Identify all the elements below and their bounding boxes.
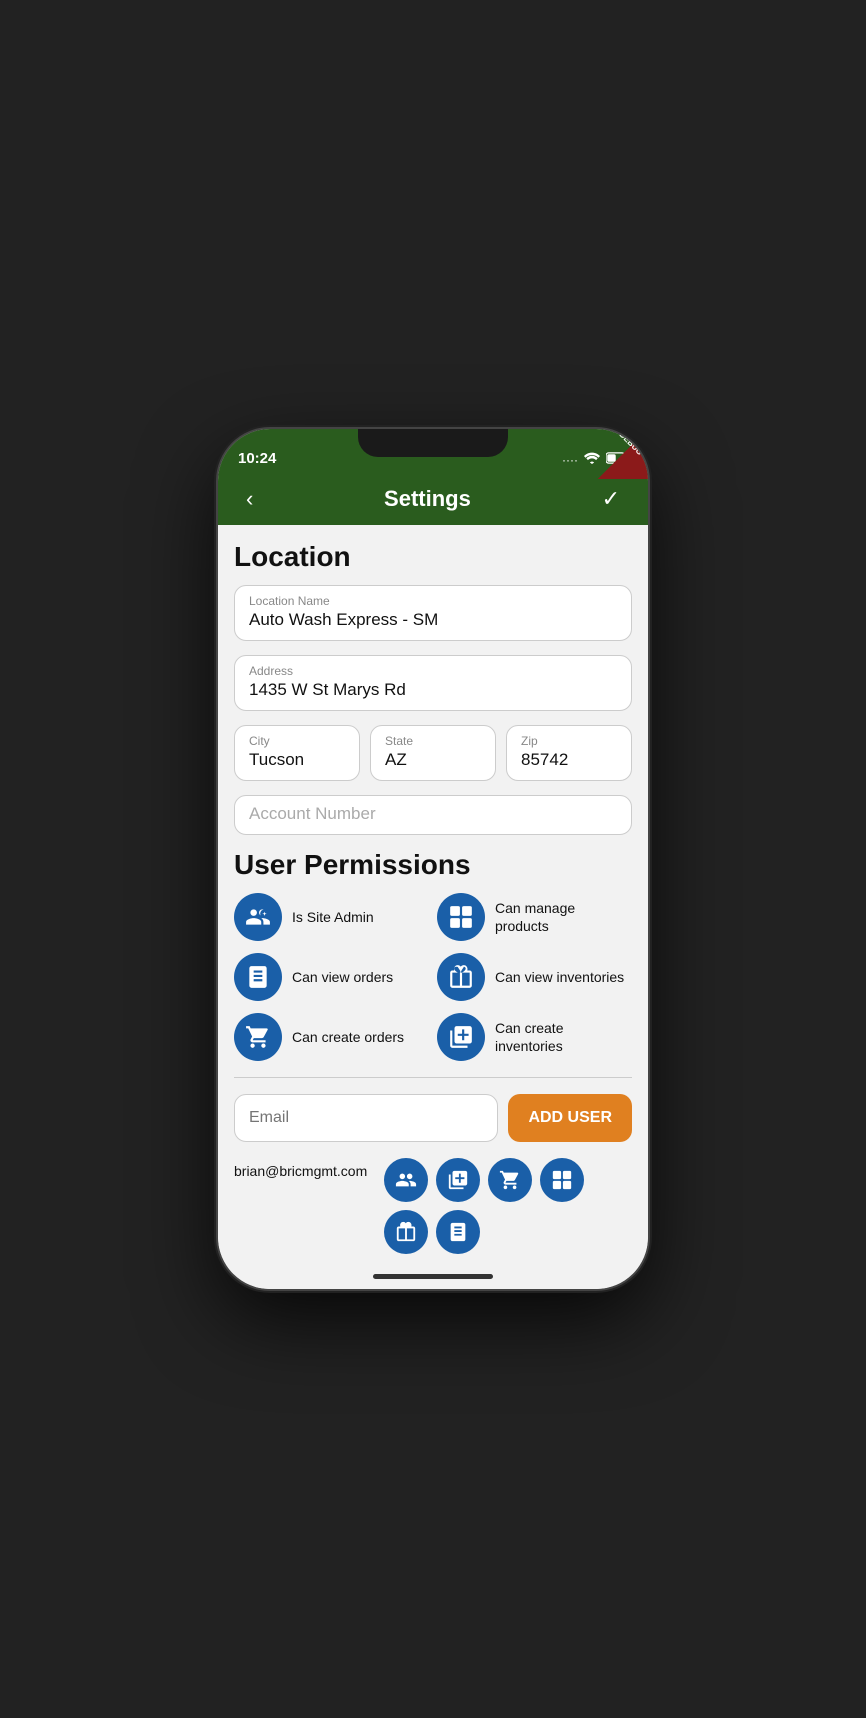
user-email: brian@bricmgmt.com [234, 1158, 374, 1182]
address-field[interactable]: Address 1435 W St Marys Rd [234, 655, 632, 711]
home-bar [373, 1274, 493, 1279]
city-state-zip-row: City Tucson State AZ Zip 85742 [234, 725, 632, 781]
permissions-section: User Permissions Is Site Admin [234, 849, 632, 1061]
state-value: AZ [385, 750, 407, 769]
perm-item-view-inventories: Can view inventories [437, 953, 632, 1001]
add-user-row: ADD USER [234, 1094, 632, 1142]
perm-label-create-inventories: Can create inventories [495, 1019, 632, 1055]
address-label: Address [249, 664, 617, 678]
location-section: Location Location Name Auto Wash Express… [234, 541, 632, 835]
view-inventories-icon [437, 953, 485, 1001]
user-perm-create-inventories [436, 1158, 480, 1202]
perm-item-site-admin: Is Site Admin [234, 893, 429, 941]
zip-field[interactable]: Zip 85742 [506, 725, 632, 781]
perm-item-view-orders: Can view orders [234, 953, 429, 1001]
manage-products-icon [437, 893, 485, 941]
perm-item-create-inventories: Can create inventories [437, 1013, 632, 1061]
header-title: Settings [384, 486, 471, 512]
section-divider [234, 1077, 632, 1078]
account-number-field[interactable]: Account Number [234, 795, 632, 835]
main-content: Location Location Name Auto Wash Express… [218, 525, 648, 1263]
view-orders-icon [234, 953, 282, 1001]
location-name-value: Auto Wash Express - SM [249, 610, 438, 629]
dots-icon: ···· [562, 453, 578, 467]
perm-label-view-orders: Can view orders [292, 968, 393, 986]
home-indicator [218, 1263, 648, 1289]
perm-label-view-inventories: Can view inventories [495, 968, 624, 986]
state-field[interactable]: State AZ [370, 725, 496, 781]
perm-label-manage-products: Can manage products [495, 899, 632, 935]
location-title: Location [234, 541, 632, 573]
perm-label-site-admin: Is Site Admin [292, 908, 374, 926]
site-admin-icon [234, 893, 282, 941]
create-inventories-icon [437, 1013, 485, 1061]
user-perm-view-orders [436, 1210, 480, 1254]
user-perm-site-admin [384, 1158, 428, 1202]
app-header: ‹ Settings ✓ [218, 473, 648, 525]
address-value: 1435 W St Marys Rd [249, 680, 406, 699]
user-perm-view-inventories [384, 1210, 428, 1254]
debug-label: DEBUG [610, 429, 648, 464]
confirm-button[interactable]: ✓ [594, 482, 628, 516]
user-permissions-icons [384, 1158, 632, 1254]
permissions-grid: Is Site Admin Can manage produ [234, 893, 632, 1061]
zip-value: 85742 [521, 750, 568, 769]
email-input[interactable] [234, 1094, 498, 1142]
debug-badge: DEBUG [598, 429, 648, 479]
account-number-placeholder: Account Number [249, 804, 376, 823]
back-button[interactable]: ‹ [238, 482, 261, 516]
user-perm-create-orders [488, 1158, 532, 1202]
permissions-title: User Permissions [234, 849, 632, 881]
perm-item-create-orders: Can create orders [234, 1013, 429, 1061]
user-list-item: brian@bricmgmt.com [234, 1158, 632, 1254]
perm-label-create-orders: Can create orders [292, 1028, 404, 1046]
status-time: 10:24 [238, 450, 276, 467]
zip-label: Zip [521, 734, 617, 748]
create-orders-icon [234, 1013, 282, 1061]
city-label: City [249, 734, 345, 748]
state-label: State [385, 734, 481, 748]
add-user-button[interactable]: ADD USER [508, 1094, 632, 1142]
city-field[interactable]: City Tucson [234, 725, 360, 781]
location-name-field[interactable]: Location Name Auto Wash Express - SM [234, 585, 632, 641]
location-name-label: Location Name [249, 594, 617, 608]
user-perm-manage-products [540, 1158, 584, 1202]
perm-item-manage-products: Can manage products [437, 893, 632, 941]
city-value: Tucson [249, 750, 304, 769]
